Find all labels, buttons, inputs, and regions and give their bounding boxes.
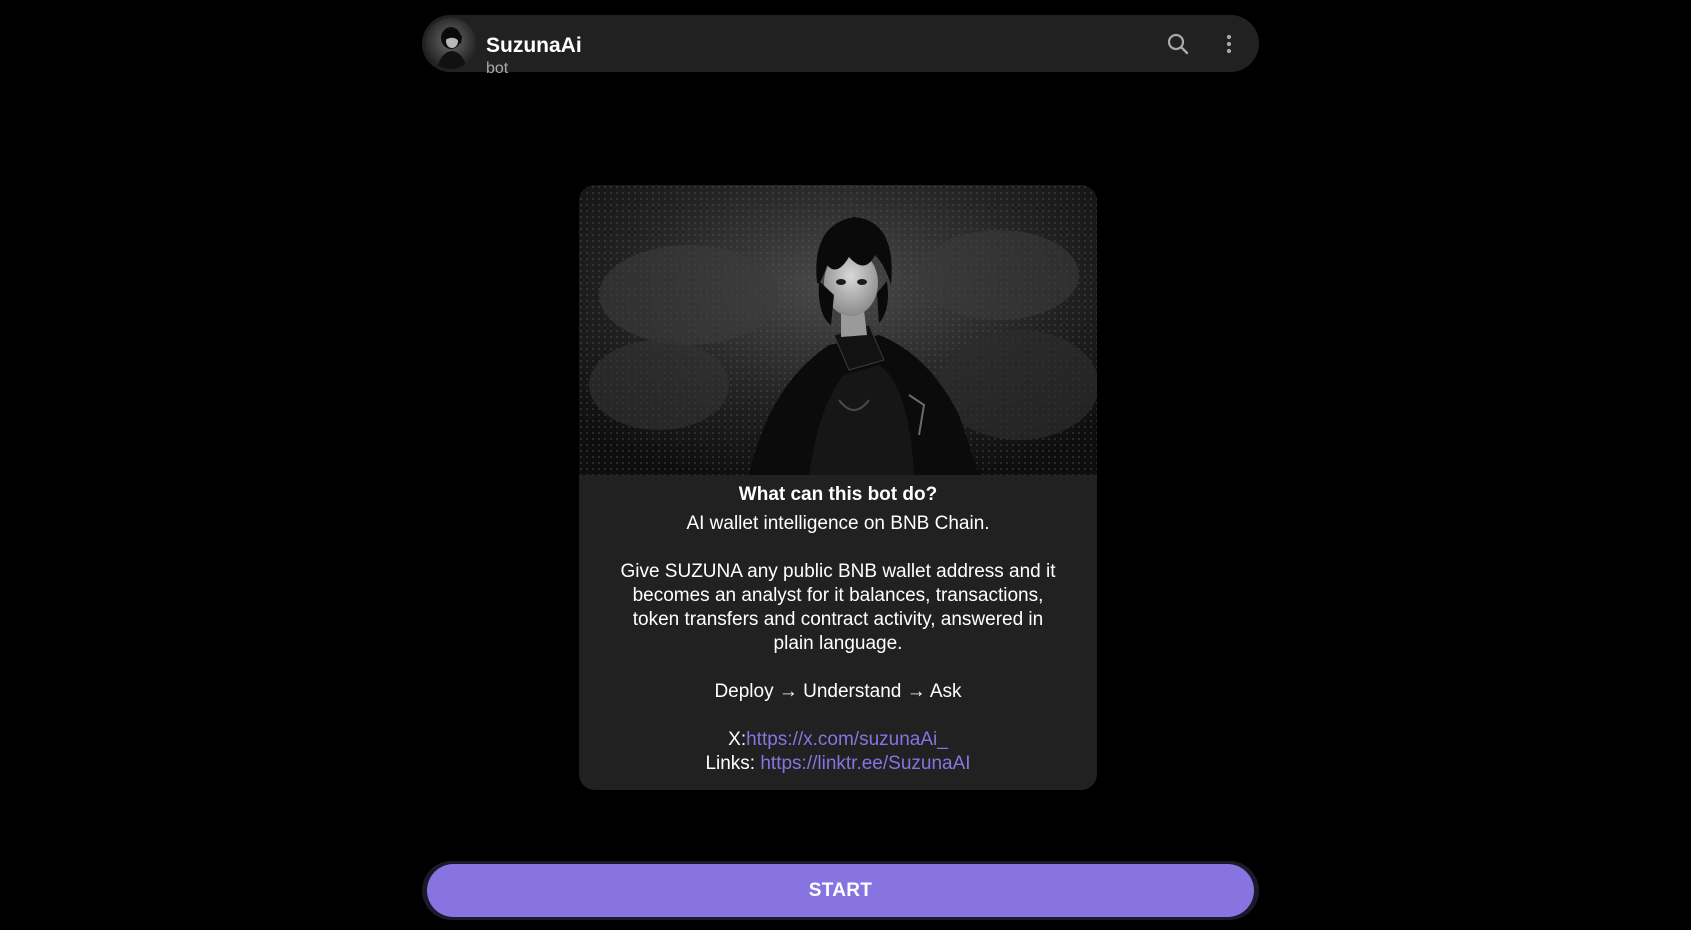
- chat-header[interactable]: SuzunaAi bot: [422, 15, 1259, 77]
- bot-info-card: What can this bot do? AI wallet intellig…: [579, 185, 1097, 790]
- description-line: token transfers and contract activity, a…: [632, 609, 1044, 630]
- description-line: Give SUZUNA any public BNB wallet addres…: [620, 561, 1056, 582]
- search-icon: [1167, 33, 1189, 55]
- avatar-image: [425, 18, 476, 69]
- chat-title: SuzunaAi: [486, 34, 582, 57]
- telegram-bot-chat: SuzunaAi bot What can this bot do? AI wa…: [0, 0, 1691, 930]
- description-line: plain language.: [773, 633, 903, 654]
- x-label: X:: [728, 729, 747, 750]
- x-link-row: X:https://x.com/suzunaAi_: [579, 728, 1097, 752]
- avatar[interactable]: [425, 18, 476, 69]
- start-button-container: START: [422, 861, 1259, 920]
- bot-description: What can this bot do? AI wallet intellig…: [579, 475, 1097, 776]
- more-vertical-icon: [1226, 34, 1232, 54]
- description-line: becomes an analyst for it balances, tran…: [632, 585, 1044, 606]
- bot-cover-image: [579, 185, 1097, 475]
- x-link[interactable]: https://x.com/suzunaAi_: [746, 729, 948, 750]
- links-label: Links:: [705, 753, 761, 774]
- linktree-link[interactable]: https://linktr.ee/SuzunaAI: [760, 753, 970, 774]
- chat-subtitle: bot: [486, 60, 509, 77]
- card-flow: Deploy → Understand → Ask: [714, 681, 962, 702]
- card-heading: What can this bot do?: [738, 484, 938, 505]
- more-button[interactable]: [1212, 27, 1246, 61]
- search-button[interactable]: [1161, 27, 1195, 61]
- anime-character-illustration: [579, 185, 1097, 475]
- card-tagline: AI wallet intelligence on BNB Chain.: [686, 513, 990, 534]
- start-button[interactable]: START: [427, 864, 1254, 917]
- links-row: Links: https://linktr.ee/SuzunaAI: [579, 752, 1097, 776]
